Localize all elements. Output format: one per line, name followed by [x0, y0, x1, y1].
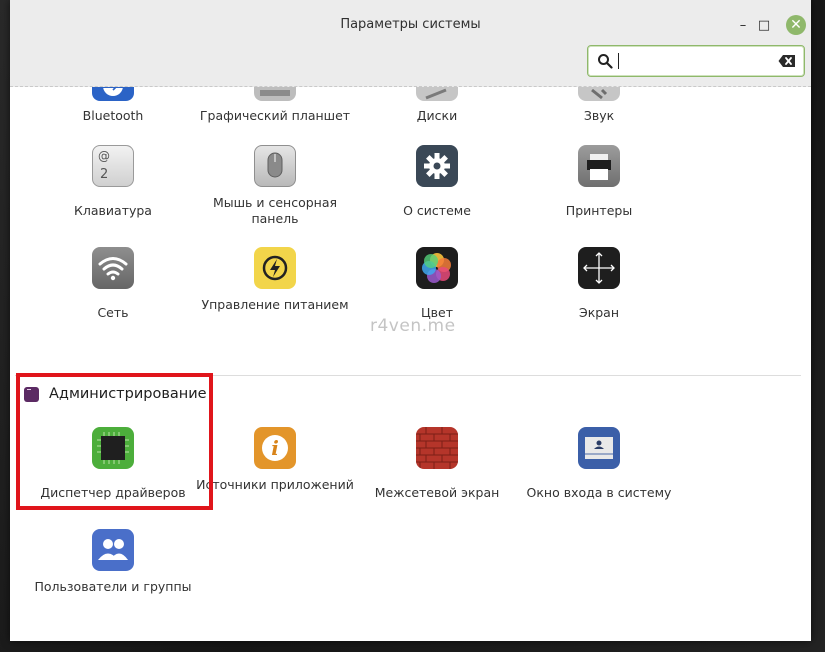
settings-item-label: Bluetooth: [82, 108, 144, 123]
settings-item-label: Звук: [583, 108, 615, 123]
settings-item-label: Клавиатура: [74, 203, 152, 218]
settings-item-about[interactable]: О системе: [356, 145, 518, 219]
settings-item-bluetooth[interactable]: Bluetooth: [32, 73, 194, 123]
text-caret: [618, 53, 619, 69]
settings-item-software-sources[interactable]: i Источники приложений: [194, 427, 356, 493]
display-icon: [578, 247, 620, 289]
settings-item-label: Экран: [578, 305, 620, 320]
settings-item-label: Межсетевой экран: [374, 485, 500, 500]
highlight-frame: [16, 373, 213, 510]
settings-item-label: Сеть: [97, 305, 129, 320]
settings-item-label: Источники приложений: [196, 477, 354, 492]
settings-item-keyboard[interactable]: @ 2 Клавиатура: [32, 145, 194, 219]
settings-item-disks[interactable]: Диски: [356, 73, 518, 123]
info-glyph: i: [271, 436, 279, 460]
settings-item-users-groups[interactable]: Пользователи и группы: [32, 529, 194, 595]
settings-item-label: Принтеры: [565, 203, 633, 218]
color-icon: [416, 247, 458, 289]
settings-item-label: Диски: [416, 108, 458, 123]
settings-item-label: Окно входа в систему: [526, 485, 672, 500]
settings-item-label: О системе: [403, 203, 471, 218]
settings-item-label: Графический планшет: [199, 108, 351, 123]
keyboard-glyph-two: 2: [100, 167, 109, 182]
keyboard-icon: @ 2: [92, 145, 134, 187]
settings-item-power[interactable]: Управление питанием: [194, 247, 356, 313]
settings-item-color[interactable]: Цвет: [356, 247, 518, 321]
settings-item-printers[interactable]: Принтеры: [518, 145, 680, 219]
users-icon: [92, 529, 134, 571]
power-icon: [254, 247, 296, 289]
keyboard-glyph-at: @: [98, 149, 110, 163]
mouse-icon: [254, 145, 296, 187]
system-settings-window: Параметры системы – □ ✕ Bluetooth Графич…: [10, 0, 811, 641]
gear-icon: [416, 145, 458, 187]
settings-item-login-window[interactable]: Окно входа в систему: [518, 427, 680, 501]
sound-icon: [578, 87, 620, 101]
disks-icon: [416, 87, 458, 101]
settings-item-network[interactable]: Сеть: [32, 247, 194, 321]
clear-search-icon[interactable]: [778, 54, 796, 68]
login-window-icon: [578, 427, 620, 469]
maximize-button[interactable]: □: [754, 15, 774, 35]
settings-item-display[interactable]: Экран: [518, 247, 680, 321]
settings-item-label: Мышь и сенсорная панель: [212, 195, 338, 226]
printer-icon: [578, 145, 620, 187]
window-title: Параметры системы: [340, 17, 481, 32]
settings-item-mouse[interactable]: Мышь и сенсорная панель: [194, 145, 356, 227]
tablet-icon: [254, 87, 296, 101]
settings-item-tablet[interactable]: Графический планшет: [194, 73, 356, 123]
settings-item-firewall[interactable]: Межсетевой экран: [356, 427, 518, 501]
search-input[interactable]: [618, 51, 772, 71]
firewall-icon: [416, 427, 458, 469]
settings-content: Bluetooth Графический планшет Диски Звук…: [10, 87, 811, 641]
info-icon: i: [254, 427, 296, 469]
minimize-button[interactable]: –: [733, 15, 753, 35]
search-icon: [598, 54, 613, 69]
settings-item-sound[interactable]: Звук: [518, 73, 680, 123]
settings-item-label: Пользователи и группы: [34, 579, 192, 594]
settings-item-label: Управление питанием: [201, 297, 349, 312]
wifi-icon: [92, 247, 134, 289]
close-button[interactable]: ✕: [786, 15, 806, 35]
bluetooth-icon: [92, 87, 134, 101]
watermark: r4ven.me: [370, 316, 456, 336]
